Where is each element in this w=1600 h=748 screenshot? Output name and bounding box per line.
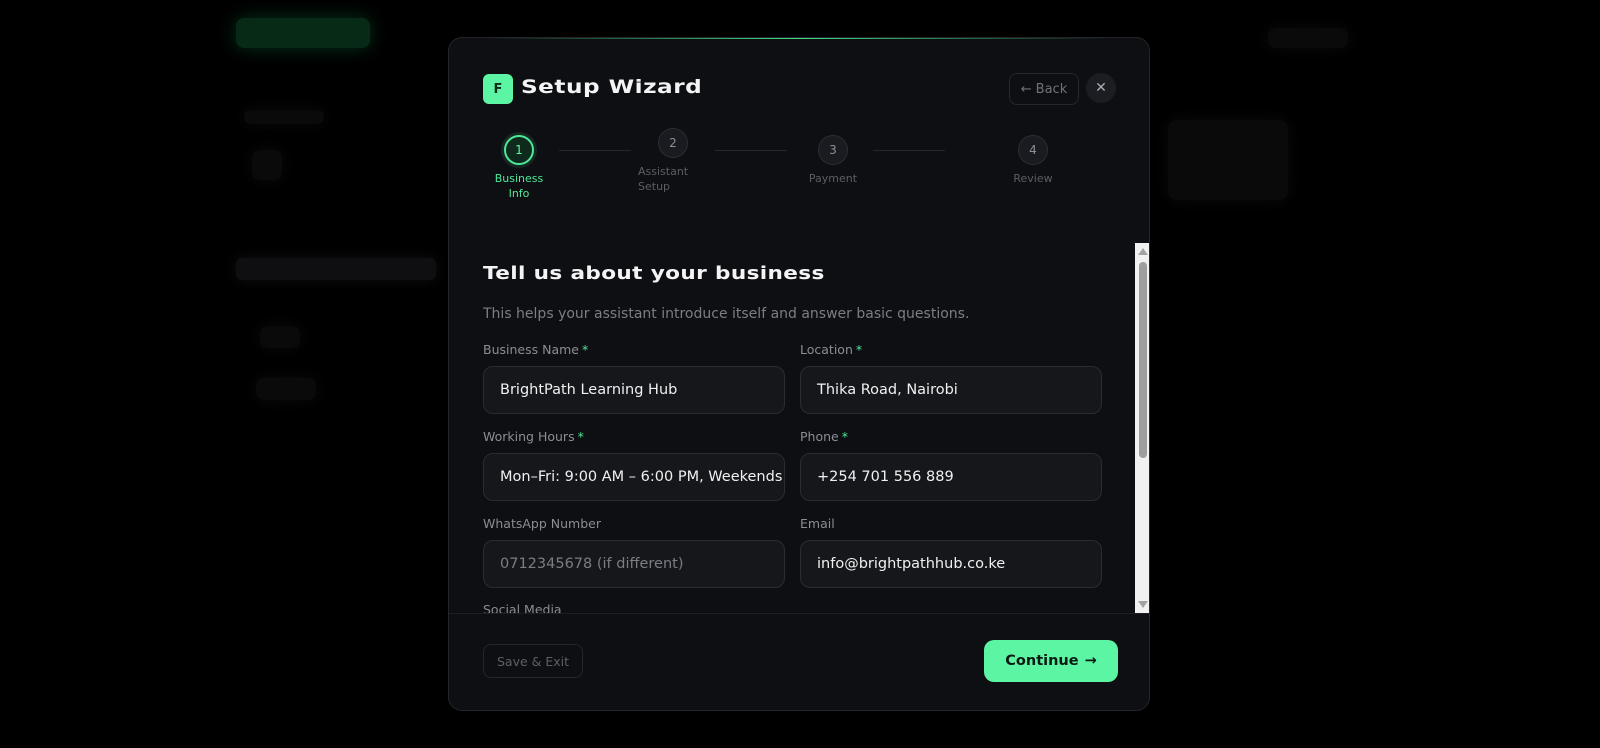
business-name-input[interactable]: BrightPath Learning Hub xyxy=(483,366,785,414)
phone-input[interactable]: +254 701 556 889 xyxy=(800,453,1102,501)
save-exit-button[interactable]: Save & Exit xyxy=(483,644,583,678)
required-mark: * xyxy=(841,429,848,444)
business-name-field: Business Name * BrightPath Learning Hub xyxy=(483,342,785,414)
arrow-right-icon: → xyxy=(1084,653,1097,669)
location-field: Location * Thika Road, Nairobi xyxy=(800,342,1102,414)
step-connector xyxy=(873,150,945,151)
background-block xyxy=(256,378,316,400)
modal-title: Setup Wizard xyxy=(521,76,703,98)
step-business-info[interactable]: 1 Business Info xyxy=(483,135,555,201)
whatsapp-input[interactable]: 0712345678 (if different) xyxy=(483,540,785,588)
field-label: Social Media xyxy=(483,602,562,613)
brand-logo: F xyxy=(483,74,513,104)
continue-button-label: Continue xyxy=(1005,653,1079,669)
background-block xyxy=(236,258,436,280)
form-scroll-area[interactable]: Tell us about your business This helps y… xyxy=(449,243,1135,613)
step-review[interactable]: 4 Review xyxy=(997,135,1069,186)
working-hours-field: Working Hours * Mon–Fri: 9:00 AM – 6:00 P… xyxy=(483,429,785,501)
form-heading: Tell us about your business xyxy=(483,263,825,284)
phone-field: Phone * +254 701 556 889 xyxy=(800,429,1102,501)
email-input[interactable]: info@brightpathhub.co.ke xyxy=(800,540,1102,588)
step-label: Assistant Setup xyxy=(638,165,689,193)
background-block xyxy=(1268,28,1348,48)
step-number: 3 xyxy=(818,135,848,165)
location-input[interactable]: Thika Road, Nairobi xyxy=(800,366,1102,414)
required-mark: * xyxy=(577,429,584,444)
field-label: Email xyxy=(800,516,835,531)
scroll-down-arrow-icon[interactable] xyxy=(1138,601,1148,608)
step-payment[interactable]: 3 Payment xyxy=(797,135,869,186)
progress-stepper: 1 Business Info 2 Assistant Setup 3 Paym… xyxy=(483,128,1115,208)
close-icon: ✕ xyxy=(1095,80,1107,96)
background-block xyxy=(1168,120,1288,200)
continue-button[interactable]: Continue → xyxy=(984,640,1118,682)
modal-header: F Setup Wizard ← Back ✕ xyxy=(483,73,1116,105)
form-scrollbar[interactable] xyxy=(1135,243,1149,613)
modal-footer: Save & Exit Continue → xyxy=(449,613,1149,710)
background-brand-pill xyxy=(236,18,370,48)
step-connector xyxy=(715,150,787,151)
background-block xyxy=(252,150,282,180)
step-number: 1 xyxy=(504,135,534,165)
field-label: WhatsApp Number xyxy=(483,516,601,531)
step-connector xyxy=(559,150,631,151)
step-number: 2 xyxy=(658,128,688,158)
required-mark: * xyxy=(581,342,589,357)
field-label: Phone xyxy=(800,429,839,444)
form-subtext: This helps your assistant introduce itse… xyxy=(483,306,970,322)
background-block xyxy=(244,110,324,124)
field-label: Working Hours xyxy=(483,429,575,444)
step-label: Review xyxy=(1013,172,1053,185)
back-button-label: Back xyxy=(1035,81,1068,97)
back-button[interactable]: ← Back xyxy=(1009,73,1079,105)
background-block xyxy=(260,326,300,348)
step-label: Payment xyxy=(808,172,858,185)
setup-wizard-modal: F Setup Wizard ← Back ✕ 1 Business Info … xyxy=(448,37,1150,711)
step-label: Business Info xyxy=(494,172,544,200)
email-field: Email info@brightpathhub.co.ke xyxy=(800,516,1102,588)
step-number: 4 xyxy=(1018,135,1048,165)
whatsapp-field: WhatsApp Number 0712345678 (if different… xyxy=(483,516,785,588)
step-assistant-setup[interactable]: 2 Assistant Setup xyxy=(637,128,709,194)
field-label: Business Name xyxy=(483,342,579,357)
required-mark: * xyxy=(855,342,863,357)
field-label: Location xyxy=(800,342,853,357)
social-media-field: Social Media xyxy=(483,602,785,613)
working-hours-input[interactable]: Mon–Fri: 9:00 AM – 6:00 PM, Weekends xyxy=(483,453,785,501)
scrollbar-thumb[interactable] xyxy=(1139,262,1147,458)
close-button[interactable]: ✕ xyxy=(1086,73,1116,103)
arrow-left-icon: ← xyxy=(1020,81,1032,97)
scroll-up-arrow-icon[interactable] xyxy=(1138,248,1148,255)
